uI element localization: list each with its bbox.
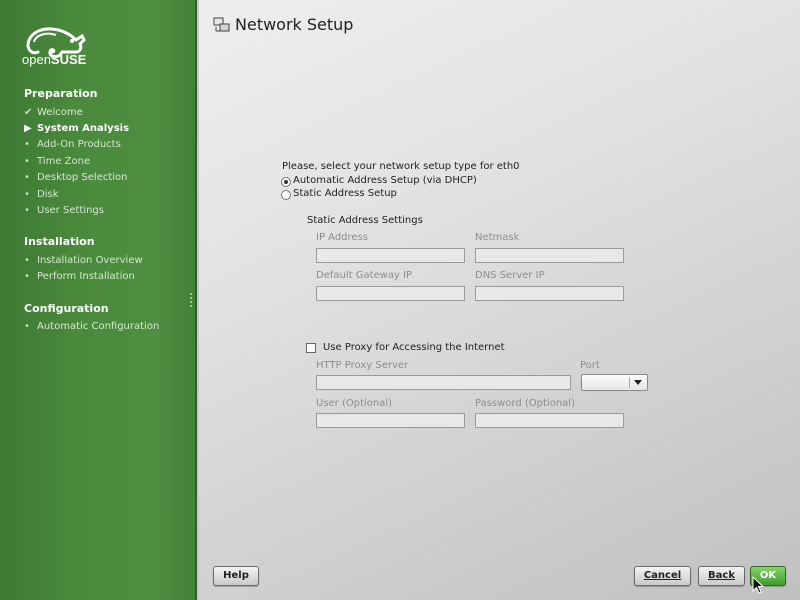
- step-label: Desktop Selection: [37, 172, 128, 183]
- proxy-password-label: Password (Optional): [475, 398, 575, 409]
- port-combobox[interactable]: [581, 374, 648, 391]
- network-icon: [213, 17, 230, 32]
- step-label: Installation Overview: [37, 255, 143, 266]
- step-installation-overview: • Installation Overview: [24, 255, 143, 266]
- netmask-field[interactable]: [475, 248, 624, 263]
- port-label: Port: [580, 360, 600, 371]
- step-system-analysis: ▶ System Analysis: [24, 123, 129, 134]
- section-heading-configuration: Configuration: [24, 302, 109, 315]
- help-button[interactable]: Help: [213, 566, 259, 586]
- static-settings-heading: Static Address Settings: [307, 215, 423, 226]
- static-setup-label[interactable]: Static Address Setup: [293, 188, 397, 199]
- use-proxy-label[interactable]: Use Proxy for Accessing the Internet: [323, 342, 505, 353]
- dns-server-label: DNS Server IP: [475, 270, 545, 281]
- mouse-pointer-icon: [752, 576, 765, 594]
- ip-address-field[interactable]: [316, 248, 465, 263]
- main-panel: Network Setup Please, select your networ…: [199, 0, 800, 600]
- bullet-icon: •: [24, 321, 30, 332]
- checkmark-icon: ✔: [24, 107, 33, 118]
- section-heading-preparation: Preparation: [24, 87, 98, 100]
- bullet-icon: •: [24, 139, 30, 150]
- proxy-password-field[interactable]: [475, 413, 624, 428]
- bullet-icon: •: [24, 255, 30, 266]
- back-button-label: Back: [708, 570, 735, 581]
- step-label: System Analysis: [37, 123, 130, 134]
- step-user-settings: • User Settings: [24, 205, 104, 216]
- chevron-down-icon: [634, 380, 642, 385]
- cancel-button[interactable]: Cancel: [634, 566, 691, 586]
- page-title: Network Setup: [235, 15, 354, 34]
- sidebar-resize-grip[interactable]: [190, 293, 194, 309]
- step-automatic-configuration: • Automatic Configuration: [24, 321, 159, 332]
- default-gateway-field[interactable]: [316, 286, 465, 301]
- netmask-label: Netmask: [475, 232, 520, 243]
- http-proxy-server-field[interactable]: [316, 375, 571, 390]
- step-label: User Settings: [37, 205, 104, 216]
- opensuse-logo-text: openSUSE: [22, 52, 86, 67]
- step-label: Perform Installation: [37, 271, 135, 282]
- step-disk: • Disk: [24, 189, 58, 200]
- use-proxy-checkbox[interactable]: [306, 343, 316, 353]
- step-welcome: ✔ Welcome: [24, 107, 83, 118]
- proxy-user-field[interactable]: [316, 413, 465, 428]
- bullet-icon: •: [24, 189, 30, 200]
- automatic-setup-radio[interactable]: [281, 177, 291, 187]
- proxy-user-label: User (Optional): [316, 398, 393, 409]
- dns-server-field[interactable]: [475, 286, 624, 301]
- step-add-on-products: • Add-On Products: [24, 139, 121, 150]
- bullet-icon: •: [24, 271, 30, 282]
- cancel-button-label: Cancel: [643, 570, 682, 581]
- installer-sidebar: openSUSE Preparation ✔ Welcome ▶ System An…: [0, 0, 197, 600]
- step-label: Add-On Products: [37, 139, 121, 150]
- step-label: Disk: [37, 189, 59, 200]
- static-setup-radio[interactable]: [281, 190, 291, 200]
- step-label: Time Zone: [37, 156, 91, 167]
- bullet-icon: •: [24, 205, 30, 216]
- default-gateway-label: Default Gateway IP: [316, 270, 413, 281]
- step-time-zone: • Time Zone: [24, 156, 90, 167]
- step-perform-installation: • Perform Installation: [24, 271, 135, 282]
- step-label: Automatic Configuration: [37, 321, 160, 332]
- setup-type-prompt: Please, select your network setup type f…: [282, 161, 520, 172]
- logo-text-open: open: [22, 52, 51, 67]
- automatic-setup-label[interactable]: Automatic Address Setup (via DHCP): [293, 175, 477, 186]
- back-button[interactable]: Back: [698, 566, 745, 586]
- bullet-icon: •: [24, 172, 30, 183]
- current-step-arrow-icon: ▶: [24, 123, 32, 134]
- ip-address-label: IP Address: [316, 232, 368, 243]
- http-proxy-server-label: HTTP Proxy Server: [316, 360, 409, 371]
- step-desktop-selection: • Desktop Selection: [24, 172, 128, 183]
- step-label: Welcome: [37, 107, 83, 118]
- logo-text-suse: SUSE: [50, 52, 87, 67]
- section-heading-installation: Installation: [24, 235, 95, 248]
- bullet-icon: •: [24, 156, 30, 167]
